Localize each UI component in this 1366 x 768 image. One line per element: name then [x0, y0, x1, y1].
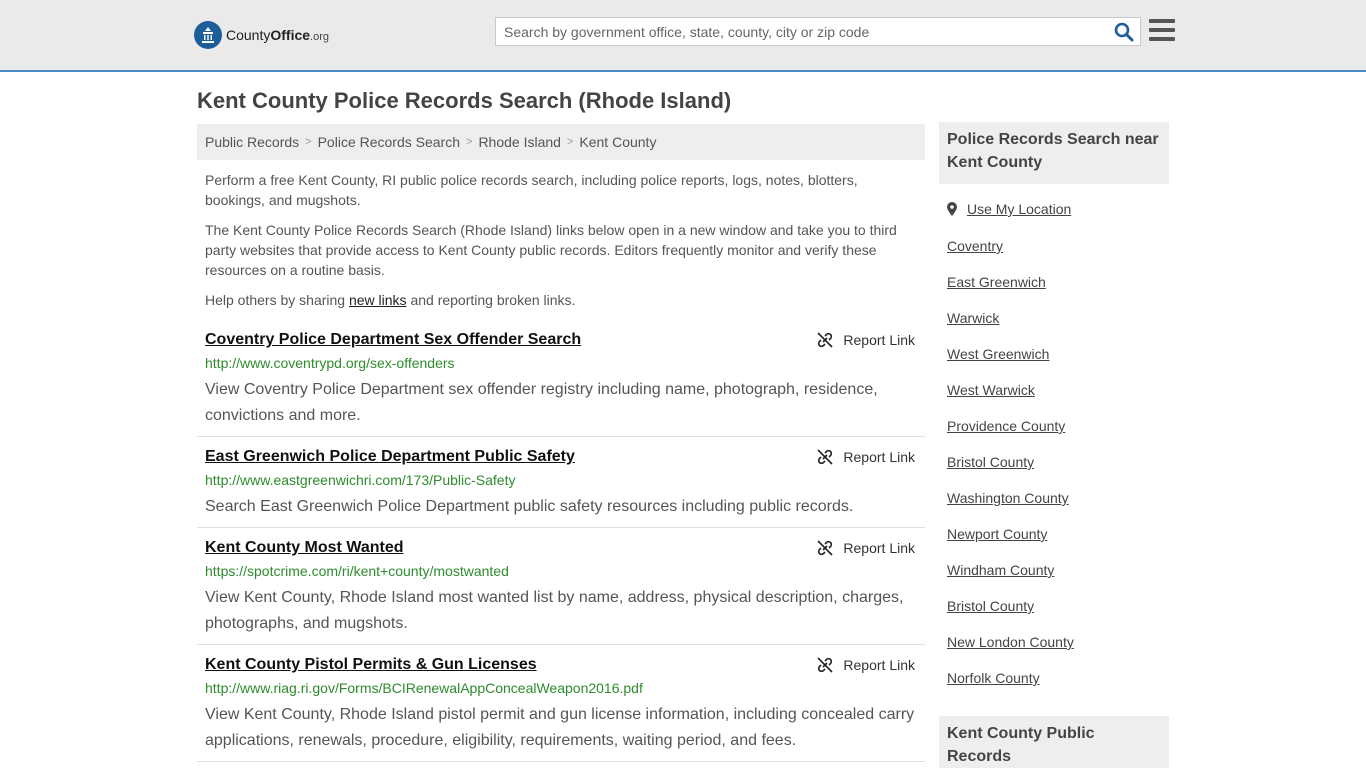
- listing-url: http://www.riag.ri.gov/Forms/BCIRenewalA…: [205, 680, 643, 696]
- search-input[interactable]: [496, 18, 1096, 45]
- report-link-button[interactable]: Report Link: [817, 540, 915, 556]
- sidebar-public-records-heading: Kent County Public Records: [939, 716, 1169, 768]
- sidebar-link-bristol-county-2[interactable]: Bristol County: [947, 598, 1034, 614]
- sidebar-link-east-greenwich[interactable]: East Greenwich: [947, 274, 1046, 290]
- listing-description: View Kent County, Rhode Island pistol pe…: [205, 706, 915, 749]
- sidebar-link-washington-county[interactable]: Washington County: [947, 490, 1069, 506]
- listing-title-link[interactable]: Kent County Most Wanted: [205, 539, 404, 557]
- sidebar-link-newport-county[interactable]: Newport County: [947, 526, 1047, 542]
- report-link-button[interactable]: Report Link: [817, 449, 915, 465]
- sidebar-link-new-london-county[interactable]: New London County: [947, 634, 1074, 650]
- sidebar-link-providence-county[interactable]: Providence County: [947, 418, 1065, 434]
- search-bar: [495, 17, 1141, 46]
- logo-text: CountyOffice.org: [226, 27, 330, 43]
- breadcrumb-police-records-search[interactable]: Police Records Search: [318, 134, 460, 150]
- broken-link-icon: [817, 449, 833, 465]
- sidebar-link-west-greenwich[interactable]: West Greenwich: [947, 346, 1049, 362]
- listing-title-link[interactable]: Coventry Police Department Sex Offender …: [205, 331, 581, 349]
- listing-item: Coventry Police Department Sex Offender …: [197, 331, 925, 437]
- sidebar-link-windham-county[interactable]: Windham County: [947, 562, 1054, 578]
- chevron-right-icon: >: [466, 136, 473, 148]
- hamburger-menu-icon[interactable]: [1149, 19, 1175, 43]
- use-my-location-button[interactable]: Use My Location: [947, 201, 1071, 217]
- listing-item: Kent County Pistol Permits & Gun License…: [197, 656, 925, 762]
- listing-description: Search East Greenwich Police Department …: [205, 498, 854, 515]
- breadcrumb: Public Records > Police Records Search >…: [197, 124, 925, 160]
- share-paragraph: Help others by sharing new links and rep…: [205, 292, 576, 308]
- chevron-right-icon: >: [566, 136, 574, 148]
- listing-item: Kent County Most Wanted Report Link http…: [197, 539, 925, 645]
- site-logo[interactable]: CountyOffice.org: [194, 20, 329, 50]
- report-link-button[interactable]: Report Link: [817, 332, 915, 348]
- capitol-icon: [194, 21, 222, 49]
- chevron-right-icon: >: [305, 136, 312, 148]
- listing-description: View Coventry Police Department sex offe…: [205, 381, 878, 424]
- listing-title-link[interactable]: Kent County Pistol Permits & Gun License…: [205, 656, 537, 674]
- listing-url: https://spotcrime.com/ri/kent+county/mos…: [205, 563, 509, 579]
- broken-link-icon: [817, 657, 833, 673]
- sidebar-link-warwick[interactable]: Warwick: [947, 310, 999, 326]
- broken-link-icon: [817, 540, 833, 556]
- listing-url: http://www.eastgreenwichri.com/173/Publi…: [205, 472, 516, 488]
- listing-item: East Greenwich Police Department Public …: [197, 448, 925, 528]
- listing-url: http://www.coventrypd.org/sex-offenders: [205, 355, 455, 371]
- sidebar-link-west-warwick[interactable]: West Warwick: [947, 382, 1035, 398]
- map-pin-icon: [947, 202, 957, 216]
- listing-description: View Kent County, Rhode Island most want…: [205, 589, 904, 632]
- sidebar-link-coventry[interactable]: Coventry: [947, 238, 1003, 254]
- site-header: CountyOffice.org: [0, 0, 1366, 72]
- intro-paragraph: Perform a free Kent County, RI public po…: [205, 172, 858, 208]
- disclaimer-paragraph: The Kent County Police Records Search (R…: [205, 222, 897, 278]
- breadcrumb-rhode-island[interactable]: Rhode Island: [478, 134, 561, 150]
- sidebar-nearby-heading: Police Records Search near Kent County: [939, 122, 1169, 184]
- report-link-button[interactable]: Report Link: [817, 657, 915, 673]
- breadcrumb-kent-county[interactable]: Kent County: [579, 134, 656, 150]
- search-icon[interactable]: [1114, 22, 1134, 42]
- sidebar-link-bristol-county[interactable]: Bristol County: [947, 454, 1034, 470]
- breadcrumb-public-records[interactable]: Public Records: [205, 134, 299, 150]
- listing-title-link[interactable]: East Greenwich Police Department Public …: [205, 448, 575, 466]
- new-links-link[interactable]: new links: [349, 292, 407, 308]
- broken-link-icon: [817, 332, 833, 348]
- page-title: Kent County Police Records Search (Rhode…: [197, 88, 732, 113]
- sidebar-link-norfolk-county[interactable]: Norfolk County: [947, 670, 1040, 686]
